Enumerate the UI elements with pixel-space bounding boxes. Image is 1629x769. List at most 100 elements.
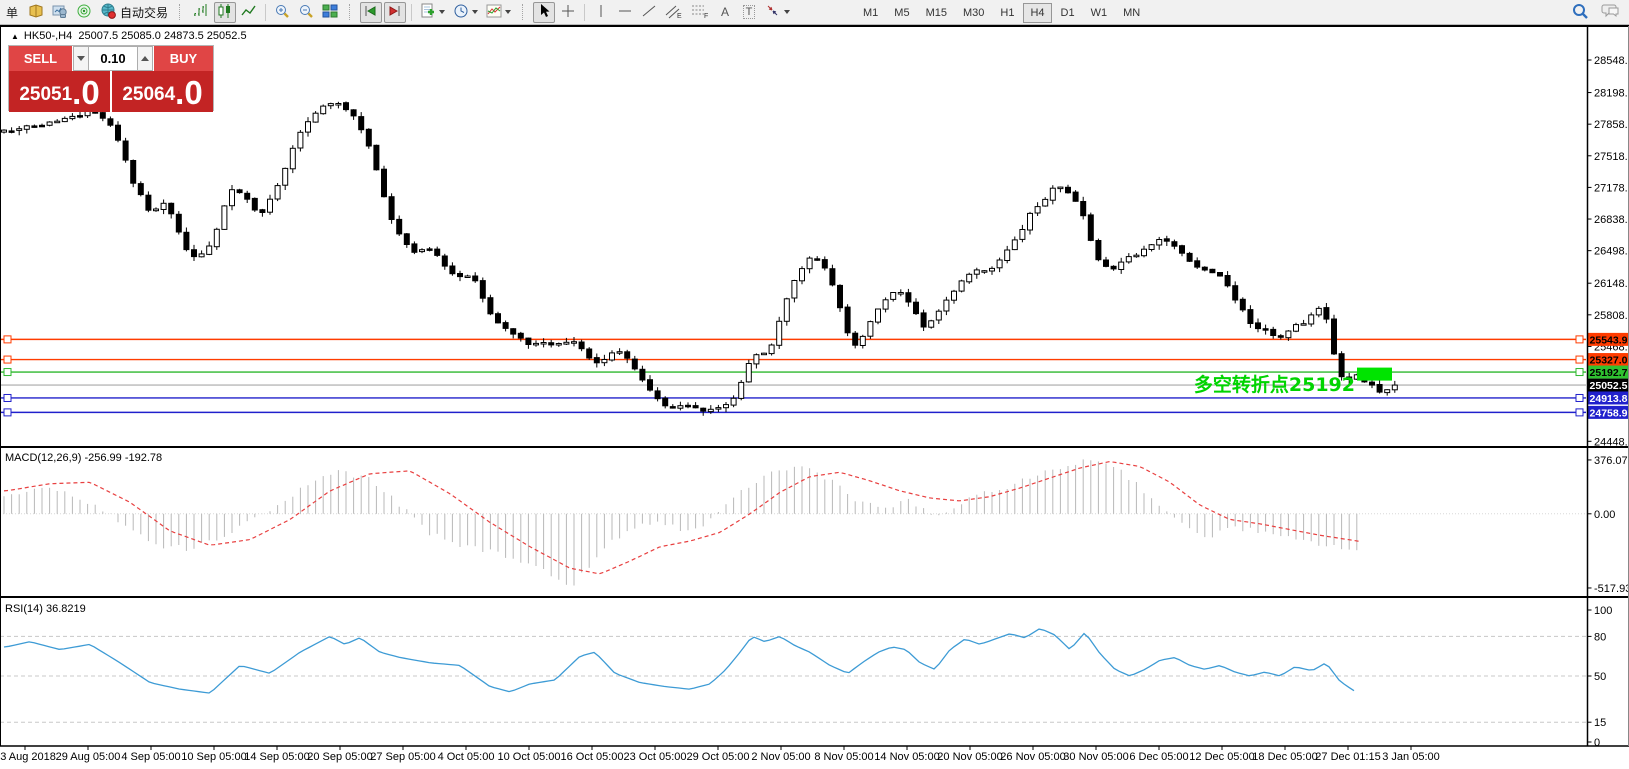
- periods-button[interactable]: [450, 2, 481, 23]
- fibo-f-letter: F: [704, 13, 708, 19]
- buy-button-label: BUY: [170, 51, 197, 66]
- svg-text:20 Nov 05:00: 20 Nov 05:00: [937, 751, 1002, 763]
- line-handle[interactable]: [4, 356, 11, 363]
- new-chart-button[interactable]: [417, 2, 448, 23]
- svg-text:28198.0: 28198.0: [1594, 88, 1629, 100]
- tab-timeframe-H1[interactable]: H1: [993, 3, 1021, 23]
- svg-text:3 Jan 05:00: 3 Jan 05:00: [1382, 751, 1440, 763]
- svg-text:29 Aug 05:00: 29 Aug 05:00: [56, 751, 121, 763]
- crosshair-icon: [560, 3, 576, 22]
- svg-text:10 Sep 05:00: 10 Sep 05:00: [181, 751, 246, 763]
- tab-timeframe-MN[interactable]: MN: [1116, 3, 1147, 23]
- equidistant-channel-button[interactable]: E: [662, 2, 686, 23]
- volume-input[interactable]: [89, 46, 137, 71]
- tile-windows-button[interactable]: [319, 2, 341, 23]
- search-icon[interactable]: [1571, 2, 1589, 25]
- bar-chart-mode-button[interactable]: [190, 2, 212, 23]
- arrows-button[interactable]: [762, 2, 793, 23]
- text-label-button[interactable]: T: [738, 2, 760, 23]
- tile-windows-icon: [322, 3, 338, 22]
- sell-price-display[interactable]: 25051.0: [9, 71, 110, 112]
- spin-down-icon: [77, 56, 85, 61]
- toolbar-grip: [349, 4, 354, 20]
- chat-icon[interactable]: [1601, 2, 1621, 25]
- tab-timeframe-M15[interactable]: M15: [919, 3, 954, 23]
- line-handle[interactable]: [1576, 409, 1583, 416]
- chart-canvas[interactable]: 28548.028198.027858.027518.027178.026838…: [0, 25, 1629, 769]
- svg-text:0: 0: [1594, 737, 1600, 749]
- svg-text:26838.0: 26838.0: [1594, 214, 1629, 226]
- annotation-text: 多空转折点25192: [1025, 370, 1355, 397]
- spin-up-icon: [141, 56, 149, 61]
- zoom-in-icon: [274, 3, 290, 22]
- rsi-label: RSI(14) 36.8219: [5, 603, 86, 615]
- collapse-arrow-icon[interactable]: ▲: [11, 32, 19, 41]
- line-handle[interactable]: [4, 336, 11, 343]
- text-button[interactable]: A: [714, 2, 736, 23]
- zoom-in-button[interactable]: [271, 2, 293, 23]
- channel-icon: E: [665, 3, 683, 22]
- svg-text:4 Oct 05:00: 4 Oct 05:00: [438, 751, 495, 763]
- toolbar-separator: [584, 4, 585, 21]
- svg-text:27518.0: 27518.0: [1594, 151, 1629, 163]
- line-handle[interactable]: [4, 409, 11, 416]
- svg-text:24913.8: 24913.8: [1590, 393, 1628, 405]
- timeframe-toolbar: M1M5M15M30H1H4D1W1MN: [855, 1, 1148, 24]
- tab-timeframe-W1[interactable]: W1: [1084, 3, 1115, 23]
- svg-text:-517.93: -517.93: [1594, 583, 1629, 595]
- cursor-button[interactable]: [533, 2, 555, 23]
- tab-timeframe-D1[interactable]: D1: [1054, 3, 1082, 23]
- tab-timeframe-H4[interactable]: H4: [1023, 3, 1051, 23]
- chevron-down-icon: [472, 10, 478, 14]
- svg-text:6 Dec 05:00: 6 Dec 05:00: [1129, 751, 1188, 763]
- svg-text:12 Dec 05:00: 12 Dec 05:00: [1189, 751, 1254, 763]
- indicators-button[interactable]: [483, 2, 514, 23]
- chart-ohlc-label: 25007.5 25085.0 24873.5 25052.5: [78, 30, 246, 42]
- vertical-line-button[interactable]: [590, 2, 612, 23]
- buy-button[interactable]: BUY: [153, 46, 213, 71]
- tab-timeframe-M5[interactable]: M5: [887, 3, 916, 23]
- svg-text:28548.0: 28548.0: [1594, 55, 1629, 67]
- volume-decrease-button[interactable]: [73, 46, 89, 71]
- history-center-button[interactable]: [25, 2, 47, 23]
- signals-button[interactable]: [73, 2, 95, 23]
- line-handle[interactable]: [4, 394, 11, 401]
- volume-increase-button[interactable]: [137, 46, 153, 71]
- crosshair-button[interactable]: [557, 2, 579, 23]
- line-handle[interactable]: [1576, 356, 1583, 363]
- svg-text:25808.0: 25808.0: [1594, 310, 1629, 322]
- trendline-button[interactable]: [638, 2, 660, 23]
- market-watch-button[interactable]: [49, 2, 71, 23]
- line-handle[interactable]: [4, 369, 11, 376]
- svg-text:14 Sep 05:00: 14 Sep 05:00: [244, 751, 309, 763]
- svg-text:26148.0: 26148.0: [1594, 278, 1629, 290]
- line-handle[interactable]: [1576, 394, 1583, 401]
- channel-e-letter: E: [677, 13, 682, 19]
- svg-text:15: 15: [1594, 717, 1606, 729]
- line-handle[interactable]: [1576, 369, 1583, 376]
- buy-price-display[interactable]: 25064.0: [112, 71, 213, 112]
- line-chart-mode-button[interactable]: [238, 2, 260, 23]
- arrows-icon: [765, 3, 781, 22]
- tab-timeframe-M1[interactable]: M1: [856, 3, 885, 23]
- svg-text:8 Nov 05:00: 8 Nov 05:00: [814, 751, 873, 763]
- new-order-label: 单: [6, 4, 18, 21]
- sell-button[interactable]: SELL: [9, 46, 73, 71]
- fibonacci-button[interactable]: F: [688, 2, 712, 23]
- auto-scroll-button[interactable]: [360, 2, 382, 23]
- new-order-button[interactable]: 单: [1, 2, 23, 23]
- autotrading-button[interactable]: 自动交易: [97, 2, 171, 23]
- line-handle[interactable]: [1576, 336, 1583, 343]
- tab-timeframe-M30[interactable]: M30: [956, 3, 991, 23]
- highlight-box[interactable]: [1357, 368, 1392, 381]
- candlestick-mode-button[interactable]: [214, 2, 236, 23]
- svg-text:29 Oct 05:00: 29 Oct 05:00: [687, 751, 750, 763]
- buy-price-main: 25064: [122, 80, 175, 110]
- chart-shift-button[interactable]: [384, 2, 406, 23]
- autotrading-label: 自动交易: [120, 4, 168, 21]
- zoom-out-button[interactable]: [295, 2, 317, 23]
- indicators-icon: [486, 3, 502, 22]
- buy-price-decimal: .0: [175, 76, 203, 110]
- svg-text:4 Sep 05:00: 4 Sep 05:00: [121, 751, 180, 763]
- horizontal-line-button[interactable]: [614, 2, 636, 23]
